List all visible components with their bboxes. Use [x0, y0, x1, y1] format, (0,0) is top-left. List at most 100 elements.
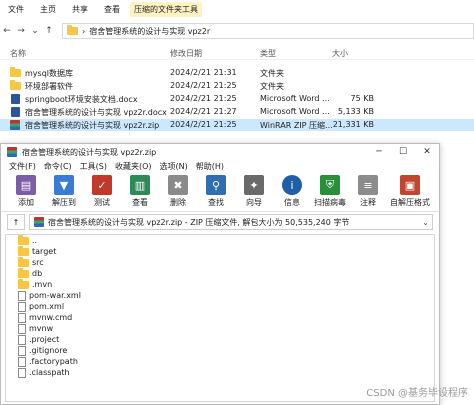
- file-type: 文件夹: [260, 69, 284, 78]
- file-name: 宿舍管理系统的设计与实现 vpz2r.docx: [25, 108, 167, 117]
- file-name: mysql数据库: [25, 69, 73, 78]
- recent-dropdown-icon[interactable]: ⌄: [28, 26, 42, 36]
- entry-name: .project: [29, 335, 60, 344]
- file-row[interactable]: springboot环境安装文档.docx 2024/2/21 21:25 Mi…: [0, 93, 474, 105]
- winrar-logo-icon: [7, 147, 17, 157]
- file-icon: [18, 301, 26, 312]
- address-path[interactable]: 宿舍管理系统的设计与实现 vpz2r: [89, 26, 210, 37]
- file-row[interactable]: mysql数据库 2024/2/21 21:31 文件夹: [0, 67, 474, 79]
- menu-options[interactable]: 选项(N): [160, 161, 188, 172]
- list-item[interactable]: .gitignore: [6, 345, 434, 356]
- menu-favorites[interactable]: 收藏夹(O): [115, 161, 152, 172]
- winrar-titlebar[interactable]: 宿舍管理系统的设计与实现 vpz2r.zip ─ ☐ ✕: [1, 144, 439, 160]
- list-item[interactable]: pom.xml: [6, 301, 434, 312]
- folder-icon: [18, 245, 29, 256]
- sfx-archive-icon: ▣: [400, 175, 420, 195]
- menu-commands[interactable]: 命令(C): [44, 161, 72, 172]
- up-folder-button[interactable]: ↑: [7, 214, 25, 230]
- file-icon: [18, 334, 26, 345]
- test-check-icon: ✓: [92, 175, 112, 195]
- test-button[interactable]: ✓ 测试: [83, 172, 121, 211]
- list-item[interactable]: target: [6, 245, 434, 257]
- ribbon-tab-compressed-tools[interactable]: 压缩的文件夹工具: [130, 2, 202, 17]
- tool-label: 测试: [94, 198, 110, 207]
- entry-name: .classpath: [29, 368, 70, 377]
- extract-folder-icon: ▼: [54, 175, 74, 195]
- list-item[interactable]: db: [6, 267, 434, 279]
- file-row-selected[interactable]: 宿舍管理系统的设计与实现 vpz2r.zip 2024/2/21 21:25 W…: [0, 119, 474, 131]
- ribbon-tab-share[interactable]: 共享: [72, 4, 88, 15]
- comment-button[interactable]: ≡ 注释: [349, 172, 387, 211]
- column-type[interactable]: 类型: [260, 48, 276, 59]
- archive-file-list[interactable]: .. target src db .mvn pom-war.xml pom.xm…: [5, 234, 435, 402]
- list-item[interactable]: ..: [6, 234, 434, 246]
- file-type: Microsoft Word ...: [260, 94, 330, 103]
- close-icon[interactable]: ✕: [415, 147, 439, 157]
- entry-name: mvnw.cmd: [29, 313, 73, 322]
- up-arrow-icon[interactable]: ↑: [42, 26, 56, 36]
- zip-archive-icon: [34, 217, 44, 227]
- list-item[interactable]: src: [6, 256, 434, 268]
- tool-label: 信息: [284, 198, 300, 207]
- column-size[interactable]: 大小: [332, 48, 348, 59]
- extract-to-button[interactable]: ▼ 解压到: [45, 172, 83, 211]
- wizard-button[interactable]: ✦ 向导: [235, 172, 273, 211]
- virus-scan-button[interactable]: ⛨ 扫描病毒: [311, 172, 349, 211]
- add-button[interactable]: ▤ 添加: [7, 172, 45, 211]
- chevron-down-icon[interactable]: ⌄: [422, 218, 432, 227]
- ribbon-tab-file[interactable]: 文件: [8, 4, 24, 15]
- folder-icon: [18, 256, 29, 267]
- minimize-icon[interactable]: ─: [367, 147, 391, 157]
- explorer-column-header: 名称 修改日期 类型 大小: [0, 46, 474, 60]
- entry-name: .gitignore: [29, 346, 68, 355]
- delete-button[interactable]: ✖ 删除: [159, 172, 197, 211]
- find-button[interactable]: ⚲ 查找: [197, 172, 235, 211]
- wizard-wand-icon: ✦: [244, 175, 264, 195]
- entry-name: mvnw: [29, 324, 54, 333]
- address-box[interactable]: › 宿舍管理系统的设计与实现 vpz2r: [62, 23, 474, 39]
- tool-label: 扫描病毒: [314, 198, 346, 207]
- list-item[interactable]: .classpath: [6, 367, 434, 378]
- address-separator: ›: [82, 26, 86, 36]
- ribbon-tab-home[interactable]: 主页: [40, 4, 56, 15]
- sfx-button[interactable]: ▣ 自解压格式: [387, 172, 433, 211]
- file-icon: [18, 367, 26, 378]
- folder-icon: [10, 67, 21, 77]
- word-doc-icon: [11, 107, 20, 117]
- tool-label: 查看: [132, 198, 148, 207]
- winrar-window: 宿舍管理系统的设计与实现 vpz2r.zip ─ ☐ ✕ 文件(F) 命令(C)…: [0, 143, 440, 405]
- menu-tools[interactable]: 工具(S): [80, 161, 107, 172]
- back-arrow-icon[interactable]: ←: [0, 26, 14, 36]
- list-item[interactable]: .mvn: [6, 278, 434, 290]
- list-item[interactable]: mvnw: [6, 323, 434, 334]
- tool-label: 删除: [170, 198, 186, 207]
- winrar-path-bar: ↑ 宿舍管理系统的设计与实现 vpz2r.zip - ZIP 压缩文件, 解包大…: [1, 212, 439, 232]
- tool-label: 向导: [246, 198, 262, 207]
- list-item[interactable]: .project: [6, 334, 434, 345]
- column-name[interactable]: 名称: [10, 48, 26, 59]
- file-row[interactable]: 宿舍管理系统的设计与实现 vpz2r.docx 2024/2/21 21:27 …: [0, 106, 474, 118]
- column-date[interactable]: 修改日期: [170, 48, 202, 59]
- entry-name: .factorypath: [29, 357, 78, 366]
- list-item[interactable]: mvnw.cmd: [6, 312, 434, 323]
- file-icon: [18, 312, 26, 323]
- ribbon-tab-view[interactable]: 查看: [104, 4, 120, 15]
- list-item[interactable]: .factorypath: [6, 356, 434, 367]
- file-icon: [18, 323, 26, 334]
- archive-path-box[interactable]: 宿舍管理系统的设计与实现 vpz2r.zip - ZIP 压缩文件, 解包大小为…: [29, 214, 433, 230]
- folder-icon: [10, 80, 21, 90]
- info-button[interactable]: i 信息: [273, 172, 311, 211]
- file-date: 2024/2/21 21:25: [170, 94, 237, 103]
- list-item[interactable]: pom-war.xml: [6, 290, 434, 301]
- forward-arrow-icon[interactable]: →: [14, 26, 28, 36]
- menu-file[interactable]: 文件(F): [9, 161, 36, 172]
- file-size: 75 KB: [350, 94, 374, 103]
- menu-help[interactable]: 帮助(H): [196, 161, 224, 172]
- view-button[interactable]: ▥ 查看: [121, 172, 159, 211]
- tool-label: 注释: [360, 198, 376, 207]
- archive-path: 宿舍管理系统的设计与实现 vpz2r.zip - ZIP 压缩文件, 解包大小为…: [48, 217, 350, 227]
- entry-name: target: [32, 247, 57, 256]
- file-row[interactable]: 环境部署软件 2024/2/21 21:25 文件夹: [0, 80, 474, 92]
- file-size: 5,133 KB: [337, 107, 374, 116]
- maximize-icon[interactable]: ☐: [391, 147, 415, 157]
